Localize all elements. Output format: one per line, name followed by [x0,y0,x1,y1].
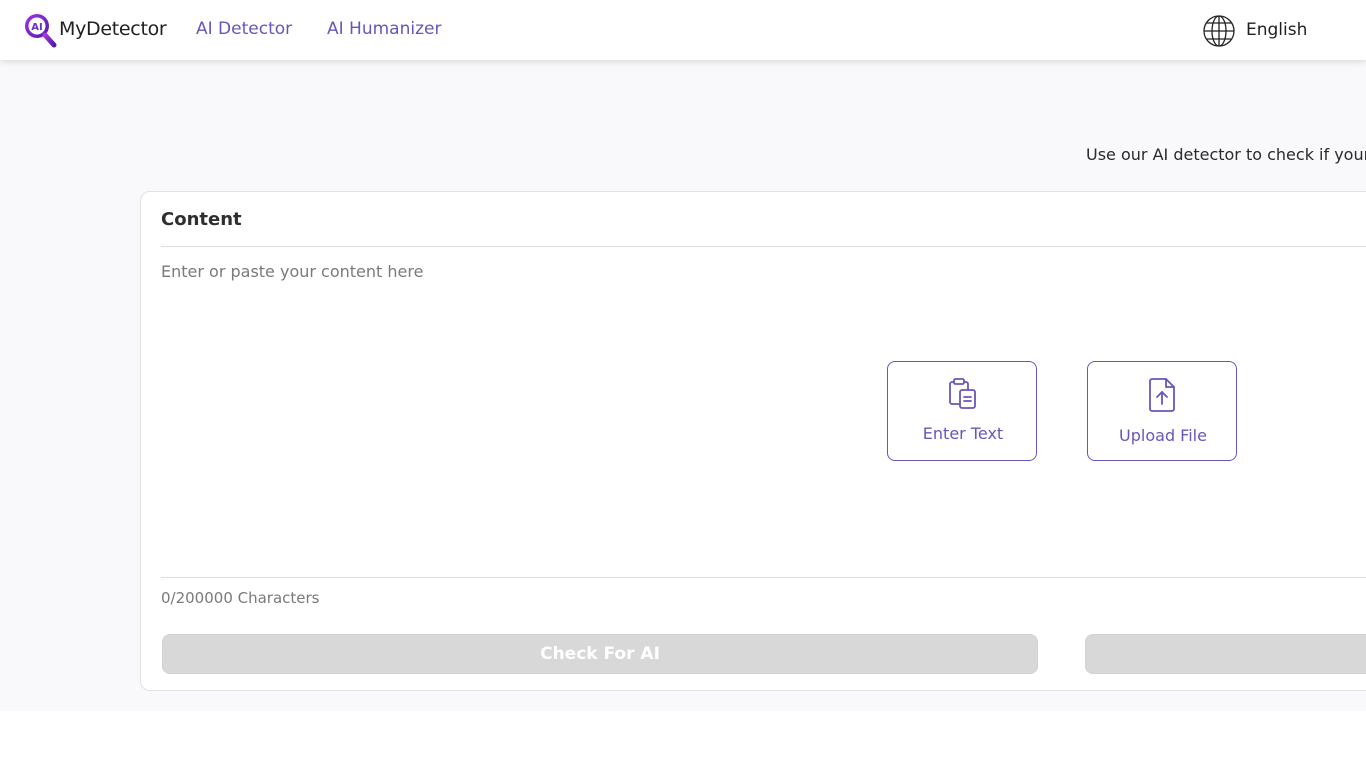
logo-icon[interactable]: AI [23,12,57,48]
brand-name[interactable]: MyDetector [59,18,167,40]
nav-ai-humanizer[interactable]: AI Humanizer [327,19,441,39]
logo-text: AI [31,22,42,33]
upload-file-button[interactable]: Upload File [1087,361,1237,461]
clipboard-icon [949,378,976,409]
enter-text-label: Enter Text [922,424,1004,443]
content-card: Content Enter Text Upload File 0/2000 [140,191,1366,691]
check-for-ai-button[interactable]: Check For AI [162,634,1038,674]
upload-file-label: Upload File [1119,426,1207,445]
enter-text-button[interactable]: Enter Text [887,361,1037,461]
character-count: 0/200000 Characters [161,589,320,607]
top-navbar: AI MyDetector AI Detector AI Humanizer E… [0,0,1366,60]
divider [161,246,1366,247]
nav-ai-detector[interactable]: AI Detector [196,19,292,39]
secondary-action-button[interactable] [1085,634,1366,674]
content-title: Content [161,209,242,230]
divider [161,577,1366,578]
intro-text: Use our AI detector to check if your te [1086,145,1366,164]
file-upload-icon [1149,378,1175,412]
globe-icon [1203,15,1235,47]
language-label: English [1246,20,1308,40]
